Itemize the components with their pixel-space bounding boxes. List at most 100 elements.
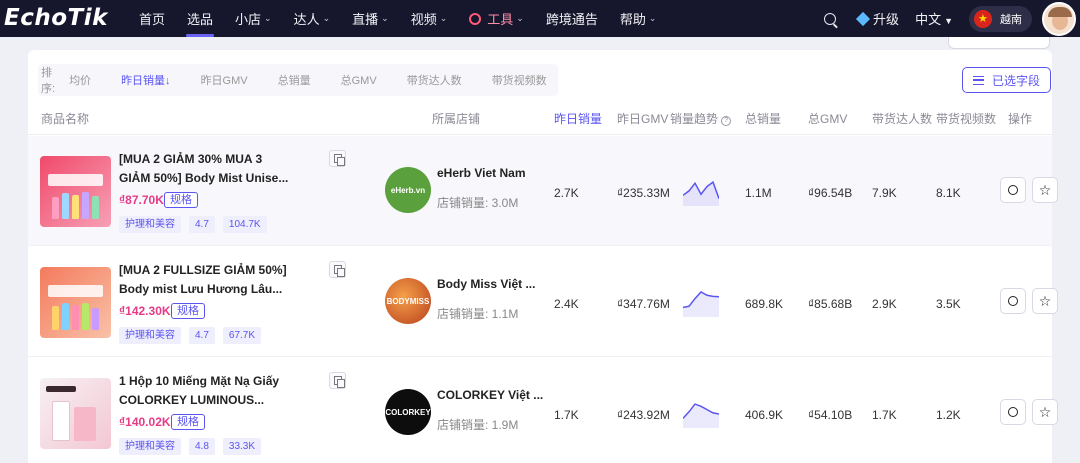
circle-action-button[interactable]	[1000, 288, 1026, 314]
shop-logo[interactable]: COLORKEY	[385, 389, 431, 435]
sort-option-creators[interactable]: 带货达人数	[407, 72, 462, 88]
nav-item-live[interactable]: 直播 ⌄	[341, 0, 400, 37]
nav-label: 工具	[487, 12, 514, 27]
product-title-line: 1 Hộp 10 Miếng Mặt Nạ Giấy	[119, 374, 280, 388]
sort-option-total-gmv[interactable]: 总GMV	[341, 72, 377, 88]
chevron-down-icon: ⌄	[264, 13, 272, 23]
circle-icon	[1008, 407, 1018, 417]
product-title[interactable]: 1 Hộp 10 Miếng Mặt Nạ Giấy COLORKEY LUMIN…	[119, 372, 294, 410]
total-sales: 1.1M	[745, 186, 772, 200]
sales-trend-sparkline[interactable]	[683, 289, 719, 317]
nav-item-cross-border-notice[interactable]: 跨境通告	[535, 0, 609, 37]
shop-name[interactable]: Body Miss Việt ...	[437, 277, 535, 291]
nav-item-tools[interactable]: 工具 ⌄	[458, 0, 535, 37]
table-row[interactable]: [MUA 2 GIẢM 30% MUA 3 GIẢM 50%] Body Mist…	[28, 136, 1058, 246]
product-tags: 护理和美容 4.7 67.7K	[119, 327, 269, 344]
caret-down-icon: ▼	[944, 16, 953, 26]
search-icon[interactable]	[824, 12, 837, 25]
thumbnail-products	[50, 191, 101, 219]
sales-trend-sparkline[interactable]	[683, 400, 719, 428]
selected-fields-label: 已选字段	[991, 73, 1040, 88]
header-trend: 销量趋势?	[670, 110, 732, 127]
product-title[interactable]: [MUA 2 GIẢM 30% MUA 3 GIẢM 50%] Body Mist…	[119, 150, 294, 188]
reviews-tag: 33.3K	[222, 438, 262, 455]
shop-logo[interactable]: eHerb.vn	[385, 167, 431, 213]
shop-name[interactable]: COLORKEY Việt ...	[437, 388, 543, 402]
sort-option-yesterday-gmv[interactable]: 昨日GMV	[201, 72, 248, 88]
header-total-sales[interactable]: 总销量	[745, 110, 781, 127]
header-yesterday-sales[interactable]: 昨日销量	[554, 110, 602, 127]
tool-icon	[469, 12, 482, 25]
sort-option-videos[interactable]: 带货视频数	[492, 72, 547, 88]
language-selector[interactable]: 中文 ▼	[915, 9, 953, 28]
product-price: ₫87.70K	[119, 193, 164, 207]
sort-option-average-price[interactable]: 均价	[69, 72, 91, 88]
spec-button[interactable]: 规格	[164, 192, 198, 208]
spec-button[interactable]: 规格	[171, 414, 205, 430]
shop-sales: 店铺销量: 3.0M	[437, 196, 519, 210]
product-title[interactable]: [MUA 2 FULLSIZE GIẢM 50%] Body mist Lưu H…	[119, 261, 294, 299]
favorite-button[interactable]: ☆	[1032, 399, 1058, 425]
product-thumbnail[interactable]	[40, 378, 111, 449]
nav-item-creators[interactable]: 达人 ⌄	[283, 0, 342, 37]
copy-icon[interactable]	[329, 372, 346, 389]
thumbnail-banner	[48, 174, 103, 186]
help-icon[interactable]: ?	[721, 116, 732, 126]
upgrade-button[interactable]: 升级	[855, 9, 899, 28]
total-gmv: ₫96.54B	[808, 186, 853, 200]
shop-name[interactable]: eHerb Viet Nam	[437, 166, 525, 180]
total-gmv: ₫54.10B	[808, 408, 853, 422]
shop-logo[interactable]: BODYMISS	[385, 278, 431, 324]
thumbnail-banner	[48, 285, 103, 297]
nav-item-help[interactable]: 帮助 ⌄	[609, 0, 668, 37]
reviews-tag: 67.7K	[222, 327, 262, 344]
nav-item-shop[interactable]: 小店 ⌄	[224, 0, 283, 37]
copy-icon[interactable]	[329, 261, 346, 278]
partial-dropdown-control[interactable]	[948, 37, 1050, 49]
thumbnail-banner	[46, 386, 76, 392]
star-icon: ☆	[1038, 292, 1052, 309]
video-count: 8.1K	[936, 186, 961, 200]
echotik-logo[interactable]: EchoTik	[4, 5, 108, 31]
table-row[interactable]: 1 Hộp 10 Miếng Mặt Nạ Giấy COLORKEY LUMIN…	[28, 358, 1058, 463]
favorite-button[interactable]: ☆	[1032, 288, 1058, 314]
chevron-down-icon: ⌄	[648, 13, 657, 23]
sort-option-total-sales[interactable]: 总销量	[278, 72, 311, 88]
product-price: ₫142.30K	[119, 304, 171, 318]
nav-item-home[interactable]: 首页	[128, 0, 176, 37]
sort-bar: 排序: 均价 昨日销量↓ 昨日GMV 总销量 总GMV 带货达人数 带货视频数	[38, 64, 558, 96]
sort-label: 排序:	[41, 67, 56, 95]
table-header: 商品名称 所属店铺 昨日销量 昨日GMV 销量趋势? 总销量 总GMV 带货达人…	[28, 100, 1052, 135]
sort-option-yesterday-sales[interactable]: 昨日销量↓	[121, 72, 171, 88]
circle-icon	[1008, 296, 1018, 306]
product-price: ₫140.02K	[119, 415, 171, 429]
copy-icon[interactable]	[329, 150, 346, 167]
yesterday-sales: 2.4K	[554, 297, 579, 311]
header-videos[interactable]: 带货视频数	[936, 110, 996, 127]
chevron-down-icon: ⌄	[439, 13, 448, 23]
star-icon: ☆	[1038, 181, 1052, 198]
sales-trend-sparkline[interactable]	[683, 178, 719, 206]
shop-sales: 店铺销量: 1.9M	[437, 418, 519, 432]
header-creators[interactable]: 带货达人数	[872, 110, 932, 127]
product-title-line: [MUA 2 GIẢM 30% MUA 3	[119, 152, 263, 166]
spec-button[interactable]: 规格	[171, 303, 205, 319]
circle-action-button[interactable]	[1000, 177, 1026, 203]
favorite-button[interactable]: ☆	[1032, 177, 1058, 203]
header-yesterday-gmv[interactable]: 昨日GMV	[617, 110, 668, 127]
product-thumbnail[interactable]	[40, 156, 111, 227]
circle-action-button[interactable]	[1000, 399, 1026, 425]
header-total-gmv[interactable]: 总GMV	[808, 110, 847, 127]
main-nav: 首页 选品 小店 ⌄ 达人 ⌄ 直播 ⌄ 视频 ⌄ 工具 ⌄ 跨境通告 帮助 ⌄	[128, 0, 667, 37]
user-avatar[interactable]	[1042, 1, 1076, 36]
top-right-controls: 升级 中文▼ 越南	[824, 0, 1080, 37]
region-selector[interactable]: 越南	[969, 5, 1032, 32]
selected-fields-button[interactable]: 已选字段	[962, 67, 1051, 93]
yesterday-gmv: ₫347.76M	[617, 297, 670, 311]
nav-item-video[interactable]: 视频 ⌄	[400, 0, 459, 37]
table-row[interactable]: [MUA 2 FULLSIZE GIẢM 50%] Body mist Lưu H…	[28, 247, 1058, 357]
product-thumbnail[interactable]	[40, 267, 111, 338]
header-shop: 所属店铺	[432, 112, 481, 126]
nav-label: 帮助	[619, 12, 646, 27]
nav-item-product-selection[interactable]: 选品	[176, 0, 224, 37]
